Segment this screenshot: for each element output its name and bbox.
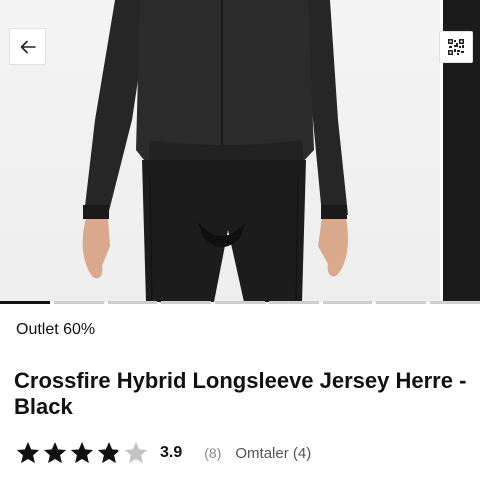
qr-code-button[interactable] [439, 31, 473, 63]
back-button[interactable] [9, 28, 46, 65]
reviews-link[interactable]: Omtaler (4) [235, 445, 311, 462]
pager-indicator[interactable] [430, 301, 480, 304]
qr-code-icon [448, 39, 464, 55]
star-icon [70, 441, 94, 464]
product-title: Crossfire Hybrid Longsleeve Jersey Herre… [14, 368, 467, 419]
star-icon [16, 441, 40, 464]
outlet-discount-badge: Outlet 60% [16, 321, 96, 338]
pager-indicator[interactable] [268, 301, 319, 304]
pager-indicator[interactable] [215, 301, 265, 304]
product-photo[interactable] [0, 0, 440, 302]
star-icon [97, 441, 121, 464]
pager-indicator[interactable] [161, 301, 212, 304]
rating-value: 3.9 [160, 444, 183, 461]
arrow-left-icon [20, 40, 36, 53]
image-pager [0, 301, 480, 304]
star-icon [43, 441, 67, 464]
pager-indicator[interactable] [53, 301, 104, 304]
product-rating[interactable]: 3.9 (8) Omtaler (4) [15, 440, 311, 466]
rating-count: (8) [204, 445, 222, 461]
rating-stars [15, 440, 150, 466]
pager-indicator[interactable] [0, 301, 50, 304]
jersey-model-image [82, 0, 348, 302]
pager-indicator[interactable] [322, 301, 373, 304]
product-image-gallery[interactable] [0, 0, 480, 302]
pager-indicator[interactable] [376, 301, 427, 304]
star-icon [124, 441, 148, 464]
pager-indicator[interactable] [107, 301, 158, 304]
